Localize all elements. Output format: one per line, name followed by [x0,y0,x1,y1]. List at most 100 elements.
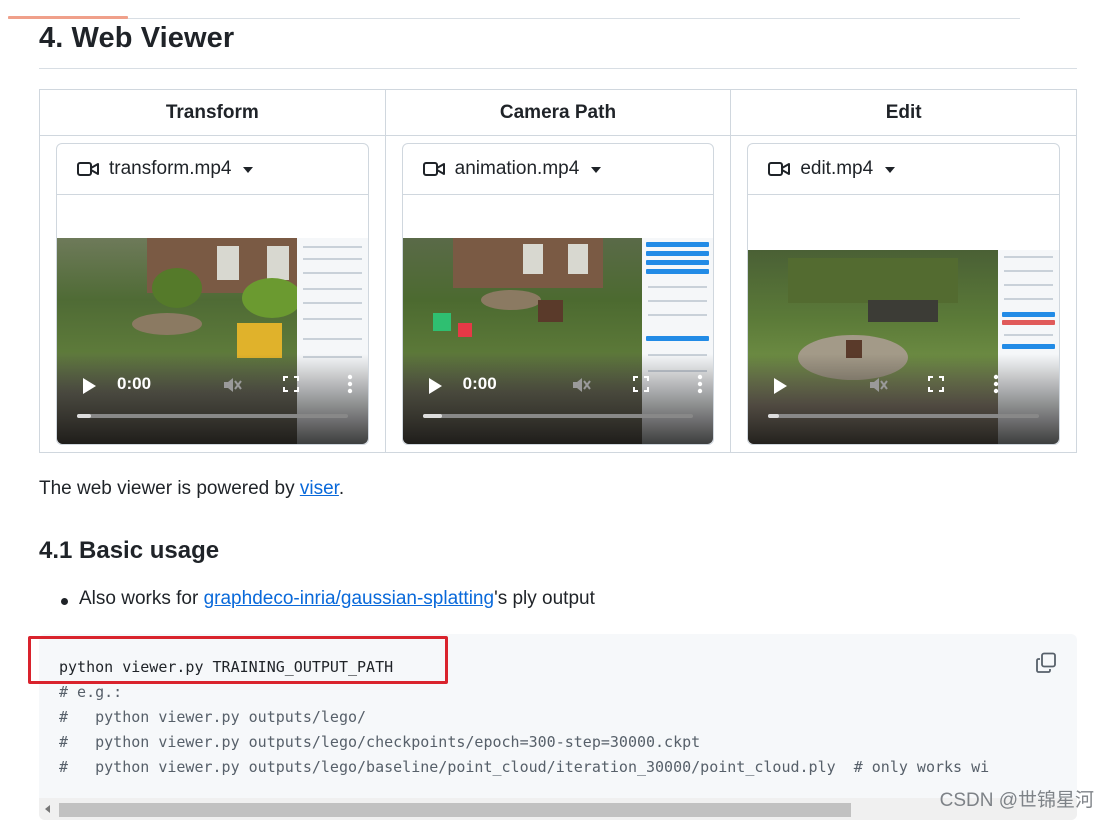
code-line: # python viewer.py outputs/lego/ [59,708,367,726]
more-options-icon[interactable] [697,374,703,394]
panel-row [648,286,708,288]
chevron-down-icon [243,167,254,173]
video-table: Transform Camera Path Edit transform.mp4 [39,89,1077,453]
window [267,246,289,280]
copy-icon[interactable] [1035,652,1057,674]
table [480,290,541,310]
bush [152,268,202,308]
window [522,244,543,274]
video-progress-fill [768,414,780,418]
highlight-annotation-box [28,636,448,684]
panel-row [648,314,708,316]
panel-button [646,242,710,247]
video-frame[interactable]: 0:00 [57,238,368,444]
panel-button [1002,312,1055,317]
list-item: Also works for graphdeco-inria/gaussian-… [79,588,595,610]
mute-icon[interactable] [222,376,242,394]
video-file-selector[interactable]: animation.mp4 [402,144,714,195]
panel-row [1004,270,1053,272]
chevron-down-icon [591,167,602,173]
table-cell-edit: edit.mp4 [730,135,1077,453]
video-controls-overlay [402,354,714,444]
window [217,246,239,280]
video-filename: animation.mp4 [454,158,580,179]
video-controls-overlay [57,354,368,444]
camera-frustum [432,313,451,331]
mute-icon[interactable] [868,376,889,394]
bullet-prefix: Also works for [79,588,204,609]
panel-row [648,300,708,302]
video-player-transform[interactable]: transform.mp4 0:00 [56,143,369,445]
video-player-animation[interactable]: animation.mp4 0:00 [401,143,715,445]
more-options-icon[interactable] [993,374,999,394]
viewer-description: The web viewer is powered by viser. [39,478,344,500]
fullscreen-icon[interactable] [283,376,299,392]
more-options-icon[interactable] [347,374,353,394]
table-cell-camera-path: animation.mp4 0:00 [384,135,732,453]
video-frame[interactable] [748,250,1059,444]
code-line: # python viewer.py outputs/lego/baseline… [59,758,990,776]
chevron-down-icon [885,167,896,173]
video-file-selector[interactable]: transform.mp4 [57,144,368,195]
table-header-row: Transform Camera Path Edit [39,89,1077,136]
camera-frustum [457,323,472,337]
panel-button [1002,320,1055,325]
video-camera-icon [77,162,99,176]
panel-row [1004,284,1053,286]
bullet-suffix: 's ply output [494,588,595,609]
panel-row [302,272,362,274]
panel-row [1004,334,1053,336]
gaussian-splatting-link[interactable]: graphdeco-inria/gaussian-splatting [204,588,494,609]
video-time: 0:00 [117,374,152,393]
table-row: transform.mp4 0:00 animation.mp4 0:00 ed… [39,135,1077,453]
subsection-title: 4.1 Basic usage [39,537,220,564]
video-progress-fill [77,414,91,418]
viser-link[interactable]: viser [300,478,339,499]
scroll-left-icon[interactable] [45,805,50,813]
panel-row [302,258,362,260]
mute-icon[interactable] [571,376,591,394]
play-icon[interactable] [428,378,442,394]
column-header-edit: Edit [730,89,1077,136]
panel-button [646,336,710,341]
video-camera-icon [422,162,445,176]
panel-button [646,269,710,274]
video-progress-bar[interactable] [768,414,1039,418]
video-filename: transform.mp4 [109,158,232,179]
column-header-transform: Transform [39,89,386,136]
panel-row [1004,298,1053,300]
video-time: 0:00 [462,374,497,393]
panel-row [302,302,362,304]
panel-row [302,246,362,248]
video-progress-fill [422,414,442,418]
top-tab-indicator [8,16,128,19]
panel-row [302,318,362,320]
fullscreen-icon[interactable] [928,376,945,392]
section-title: 4. Web Viewer [39,22,235,54]
play-icon[interactable] [83,378,96,394]
video-progress-bar[interactable] [422,414,694,418]
horizontal-scrollbar[interactable] [39,798,1077,820]
fullscreen-icon[interactable] [632,376,649,392]
table-cell-transform: transform.mp4 0:00 [39,135,386,453]
top-divider [8,18,1020,19]
description-suffix: . [338,478,345,499]
video-frame[interactable]: 0:00 [402,238,714,444]
scrollbar-thumb[interactable] [59,803,851,817]
lego-bulldozer [237,323,282,358]
hedge [788,258,959,303]
video-camera-icon [768,162,791,176]
bush [242,278,297,318]
code-line: # e.g.: [59,683,123,701]
play-icon[interactable] [774,378,788,394]
description-prefix: The web viewer is powered by [39,478,300,499]
video-progress-bar[interactable] [77,414,348,418]
bullet-marker [61,598,68,605]
panel-button [646,260,710,265]
video-file-selector[interactable]: edit.mp4 [748,144,1059,195]
planter [868,300,939,322]
column-header-camera-path: Camera Path [384,89,732,136]
panel-button [646,251,710,256]
video-player-edit[interactable]: edit.mp4 [747,143,1060,445]
table [132,313,202,335]
